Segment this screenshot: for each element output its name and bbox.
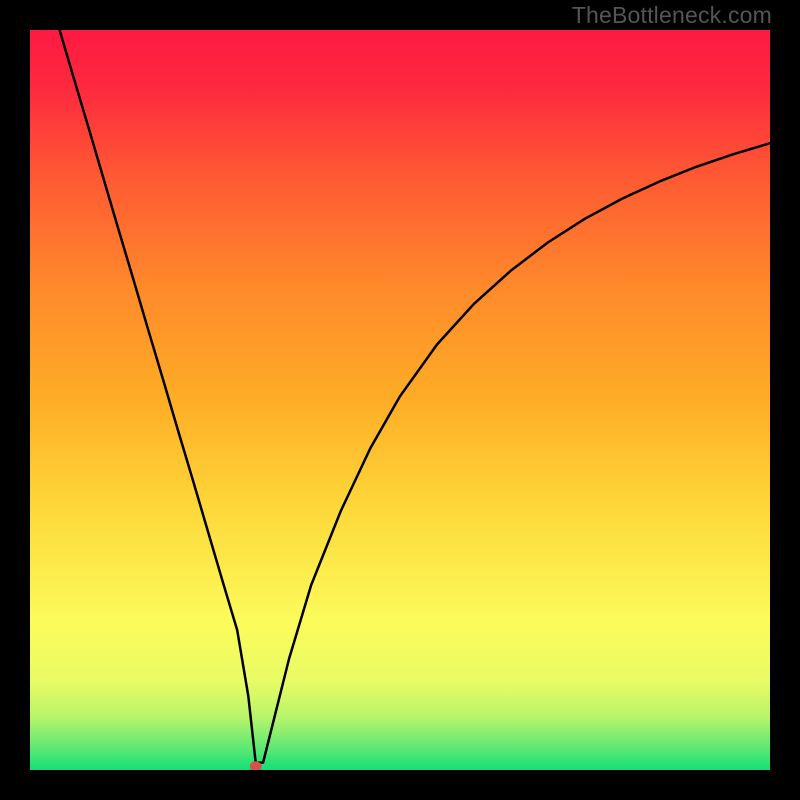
chart-plot-area <box>30 30 770 770</box>
gradient-background <box>30 30 770 770</box>
watermark-label: TheBottleneck.com <box>572 2 772 29</box>
chart-svg <box>30 30 770 770</box>
